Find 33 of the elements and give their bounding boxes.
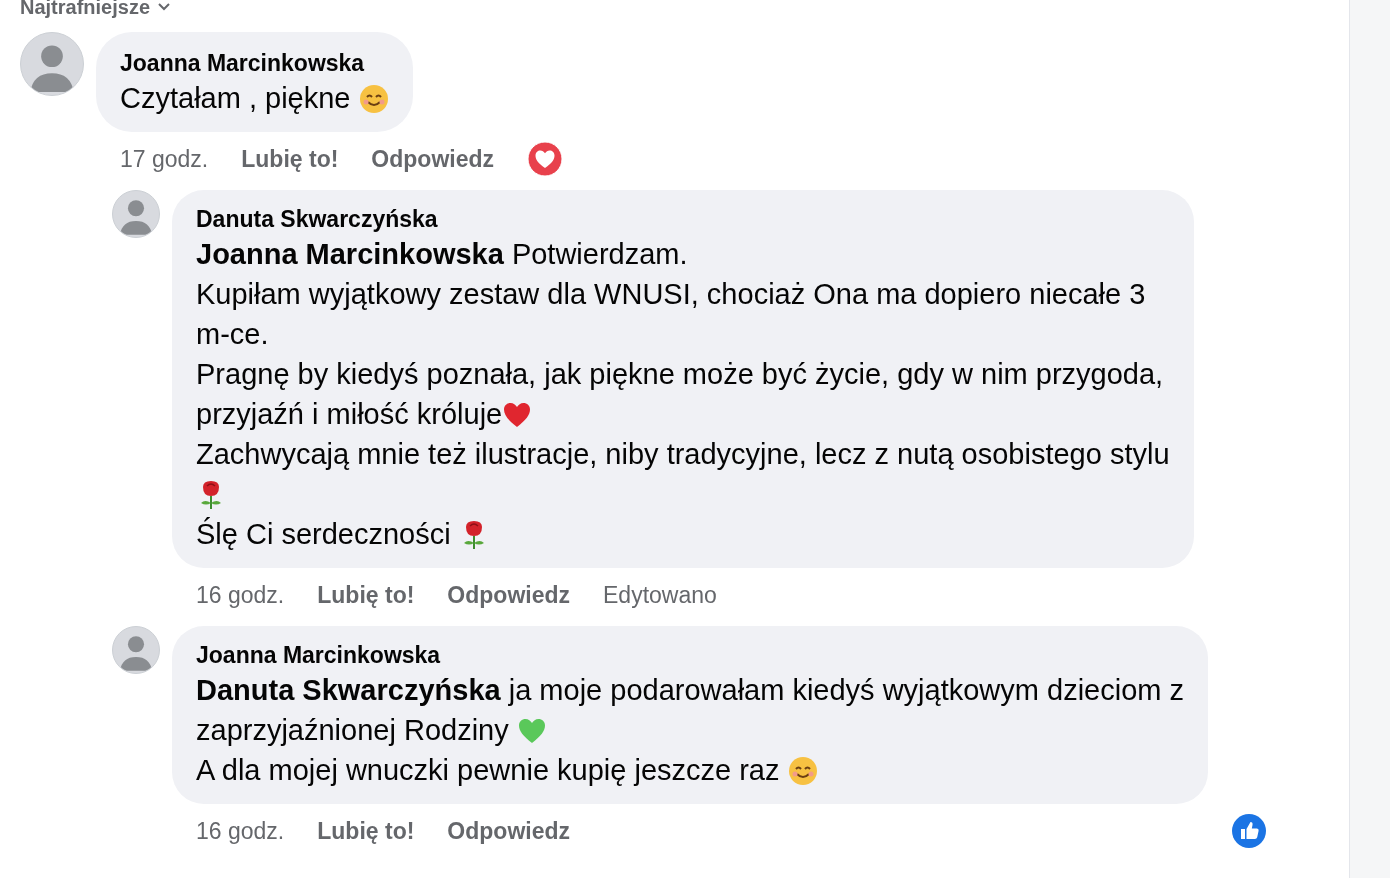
smiling-face-icon	[787, 756, 818, 786]
comment-text: przyjaźń i miłość króluje	[196, 398, 503, 430]
avatar-icon[interactable]	[112, 190, 160, 238]
heart-icon	[516, 716, 547, 746]
like-link[interactable]: Lubię to!	[317, 581, 415, 609]
comment-text: zaprzyjaźnionej Rodziny	[196, 714, 510, 746]
comment-text: Danuta Skwarczyńska ja moje podarowałam kiedyś wyjątkowym dzieciom z	[196, 674, 1184, 706]
reply-link[interactable]: Odpowiedz	[447, 817, 570, 845]
comment-text: Zachwycają mnie też ilustracje, niby tradycyjne, lecz z nutą osobistego stylu	[196, 438, 1170, 470]
comment-text: A dla mojej wnuczki pewnie kupię jeszcze raz	[196, 754, 781, 786]
caret-icon[interactable]	[158, 3, 171, 11]
reply-link[interactable]: Odpowiedz	[371, 145, 494, 173]
comment-time[interactable]: 16 godz.	[196, 581, 285, 609]
comment-text: m-ce.	[196, 318, 269, 350]
edited-label: Edytowano	[603, 581, 717, 609]
like-link[interactable]: Lubię to!	[241, 145, 339, 173]
heart-reaction-icon[interactable]	[527, 141, 563, 177]
like-link[interactable]: Lubię to!	[317, 817, 415, 845]
reply-link[interactable]: Odpowiedz	[447, 581, 570, 609]
smiling-face-icon	[358, 84, 389, 114]
comment-text: Ślę Ci serdeczności	[196, 518, 452, 550]
avatar-icon[interactable]	[112, 626, 160, 674]
comment-text: Pragnę by kiedyś poznała, jak piękne może być życie, gdy w nim przygoda,	[196, 358, 1164, 390]
comment-text: Czytałam , piękne	[120, 82, 352, 114]
author-name[interactable]: Danuta Skwarczyńska	[196, 204, 1170, 234]
comment-time[interactable]: 17 godz.	[120, 145, 209, 173]
author-name[interactable]: Joanna Marcinkowska	[120, 48, 389, 78]
comment-text: Kupiłam wyjątkowy zestaw dla WNUSI, chociaż Ona ma dopiero niecałe 3	[196, 278, 1146, 310]
author-name[interactable]: Joanna Marcinkowska	[196, 640, 1184, 670]
thumbs-up-reaction-icon[interactable]	[1231, 813, 1267, 849]
comment-text: Joanna Marcinkowska Potwierdzam.	[196, 238, 688, 270]
comment-time[interactable]: 16 godz.	[196, 817, 285, 845]
heart-icon	[502, 400, 533, 430]
